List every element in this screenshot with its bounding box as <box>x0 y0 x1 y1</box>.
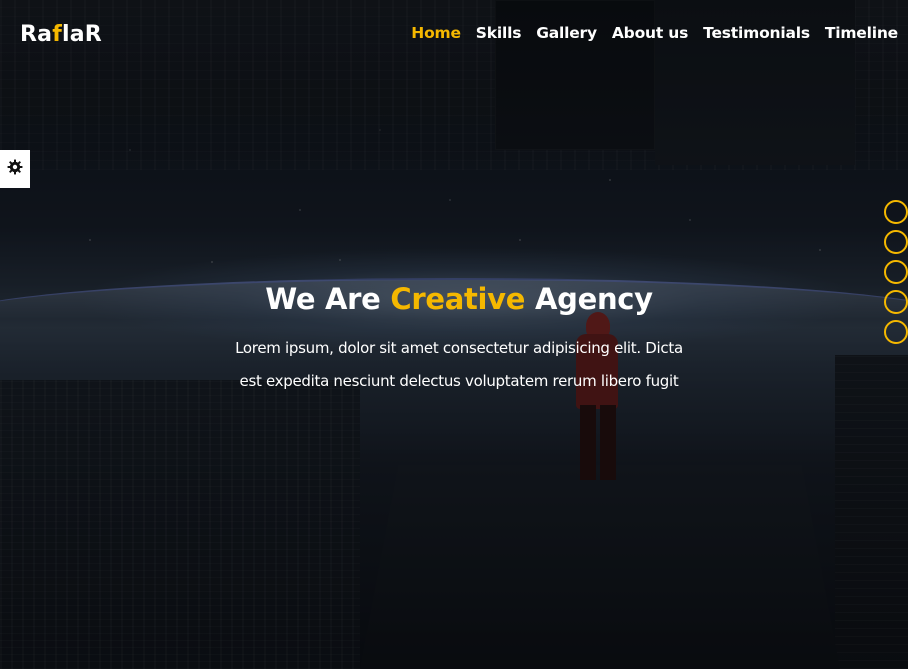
hero-description-line-2: est expedita nesciunt delectus voluptate… <box>239 372 679 390</box>
logo-text-accent: f <box>52 22 62 47</box>
hero-title: We Are Creative Agency <box>0 282 908 316</box>
gear-icon <box>7 159 23 179</box>
hero-description: Lorem ipsum, dolor sit amet consectetur … <box>224 332 694 398</box>
hero-title-end: Agency <box>525 282 653 316</box>
nav-link-timeline[interactable]: Timeline <box>825 24 898 42</box>
hero-title-start: We Are <box>265 282 391 316</box>
bullet-3[interactable] <box>884 260 908 284</box>
main-nav: Home Skills Gallery About us Testimonial… <box>411 24 898 42</box>
bullet-1[interactable] <box>884 200 908 224</box>
hero-title-accent: Creative <box>390 282 526 316</box>
hero-content: We Are Creative Agency Lorem ipsum, dolo… <box>0 282 908 398</box>
bullet-2[interactable] <box>884 230 908 254</box>
hero-description-line-1: Lorem ipsum, dolor sit amet consectetur … <box>235 339 683 357</box>
nav-link-about-us[interactable]: About us <box>612 24 688 42</box>
logo-text-start: Ra <box>20 22 53 47</box>
logo[interactable]: RaflaR <box>20 22 102 47</box>
logo-text-end: laR <box>61 22 102 47</box>
nav-link-skills[interactable]: Skills <box>476 24 522 42</box>
nav-link-gallery[interactable]: Gallery <box>536 24 597 42</box>
settings-toggle-button[interactable] <box>0 150 30 188</box>
nav-link-testimonials[interactable]: Testimonials <box>703 24 810 42</box>
hero-section: RaflaR Home Skills Gallery About us Test… <box>0 0 908 669</box>
nav-link-home[interactable]: Home <box>411 24 461 42</box>
